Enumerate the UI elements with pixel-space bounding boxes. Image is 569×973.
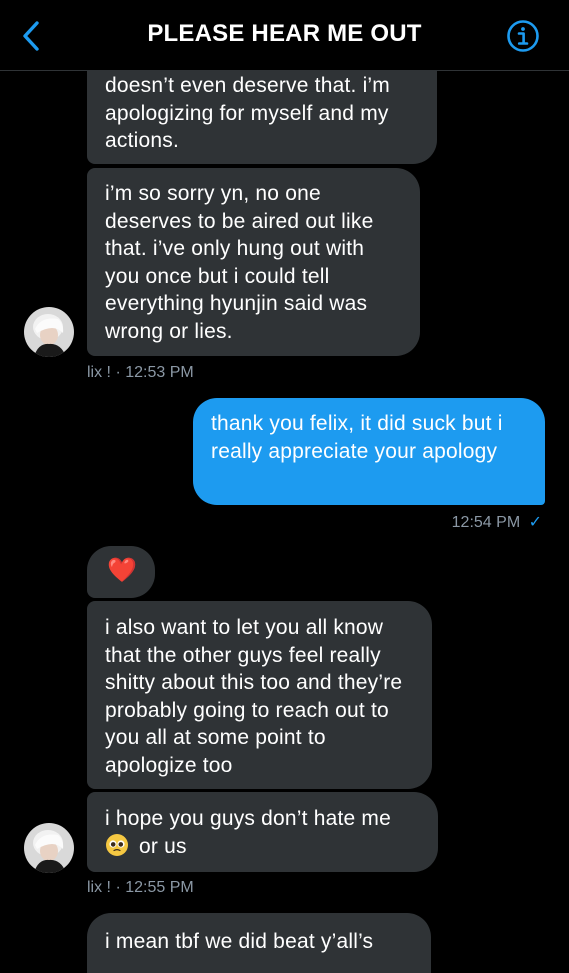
message-text-line1: i hope you guys don’t hate me: [105, 807, 391, 830]
info-button[interactable]: [506, 19, 540, 53]
message-text: i also want to let you all know that the…: [105, 616, 403, 777]
message-bubble-incoming[interactable]: i’m so sorry yn, no one deserves to be a…: [87, 168, 420, 356]
conversation-title: PLEASE HEAR ME OUT: [147, 20, 422, 47]
message-text: i’m so sorry yn, no one deserves to be a…: [105, 182, 374, 343]
message-meta-sent: 12:54 PM ✓: [452, 512, 542, 532]
message-bubble-incoming[interactable]: i also want to let you all know that the…: [87, 601, 432, 789]
conversation-header: PLEASE HEAR ME OUT: [0, 0, 569, 71]
message-bubble-outgoing[interactable]: thank you felix, it did suck but i reall…: [193, 398, 545, 505]
profile-photo: [24, 307, 74, 357]
timestamp: 12:54 PM: [451, 514, 521, 531]
heart-emoji: ❤️: [107, 557, 138, 584]
message-bubble-incoming[interactable]: ❤️: [87, 546, 155, 598]
message-text: doesn’t even deserve that. i’m apologizi…: [105, 74, 390, 152]
pleading-face-emoji: [105, 833, 129, 857]
message-meta: lix ! · 12:55 PM: [87, 879, 194, 896]
message-text-line2: or us: [139, 834, 187, 858]
avatar[interactable]: [24, 823, 74, 873]
profile-photo: [24, 823, 74, 873]
message-bubble-incoming[interactable]: i mean tbf we did beat y’all’s: [87, 913, 431, 973]
message-text: thank you felix, it did suck but i reall…: [211, 412, 503, 463]
info-icon: [507, 20, 539, 52]
avatar[interactable]: [24, 307, 74, 357]
message-meta: lix ! · 12:53 PM: [87, 364, 194, 381]
message-bubble-incoming[interactable]: i hope you guys don’t hate me or us: [87, 792, 438, 872]
message-text: i mean tbf we did beat y’all’s: [105, 930, 374, 953]
checkmark-icon: ✓: [528, 514, 542, 531]
